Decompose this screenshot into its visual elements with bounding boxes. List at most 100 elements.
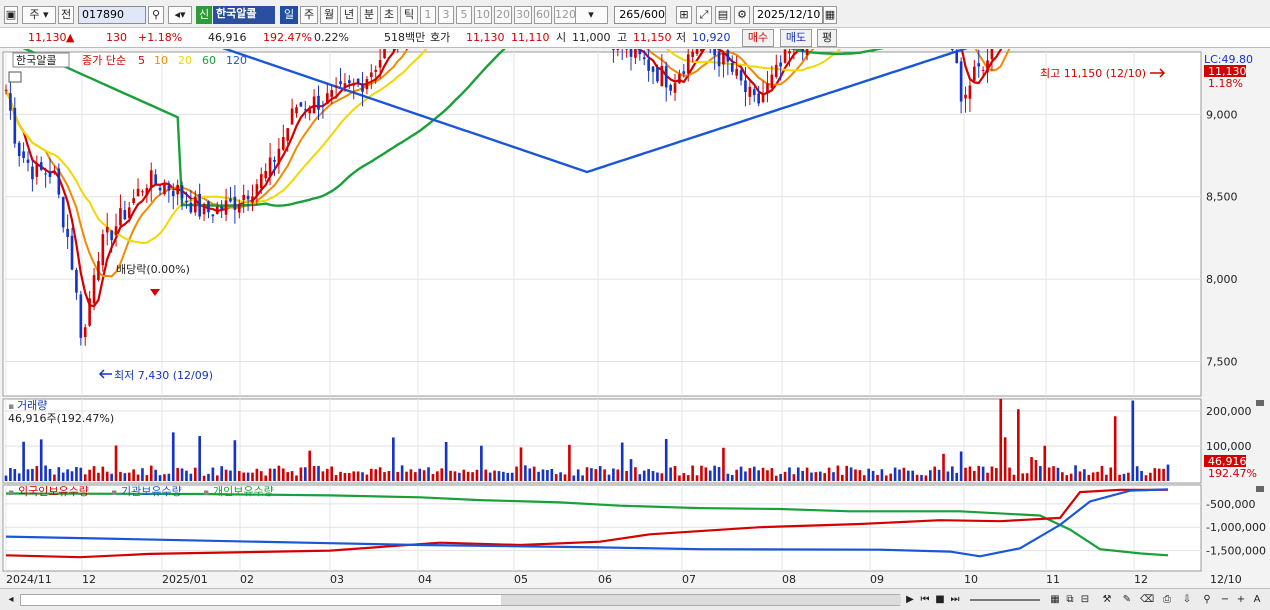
save-icon[interactable]: ▤ — [715, 6, 731, 24]
search-icon[interactable]: ⚲ — [148, 6, 164, 24]
candle-body — [986, 60, 989, 73]
interval-button-30[interactable]: 30 — [514, 6, 532, 24]
zoom-out-icon[interactable]: − — [1218, 592, 1232, 608]
pct-tag: 1.18% — [1208, 77, 1243, 90]
candle-body — [171, 191, 175, 197]
compare-icon[interactable]: ⊞ — [676, 6, 692, 24]
font-size-icon[interactable]: A — [1250, 592, 1264, 608]
volume-bar — [1034, 459, 1038, 481]
volume-bar — [946, 471, 950, 481]
candle-body — [691, 51, 694, 57]
period-button-5[interactable]: 초 — [380, 6, 398, 24]
scrollbar-thumb[interactable] — [501, 595, 901, 605]
y-tick-label: 8,500 — [1206, 191, 1238, 204]
buy-button[interactable]: 매수 — [742, 29, 774, 47]
period-button-0[interactable]: 일 — [280, 6, 298, 24]
volume-bar — [664, 439, 668, 481]
chart-svg[interactable]: 10,50010,0009,5009,0008,5008,0007,500202… — [0, 0, 1270, 587]
scrollbar-track[interactable] — [20, 594, 901, 606]
interval-button-1[interactable]: 1 — [420, 6, 436, 24]
volume-bar — [488, 472, 492, 481]
volume-bar — [933, 466, 937, 481]
period-button-2[interactable]: 월 — [320, 6, 338, 24]
eraser-icon[interactable]: ⌫ — [1140, 592, 1154, 608]
rewind-icon[interactable]: ⏮ — [918, 592, 932, 608]
count-field[interactable]: 265/600 — [614, 6, 666, 24]
gear-icon[interactable]: ⚙ — [734, 6, 750, 24]
speaker-icon[interactable]: ◂▾ — [168, 6, 192, 24]
date-input[interactable]: 2025/12/10 — [753, 6, 823, 24]
table-icon[interactable] — [8, 71, 22, 83]
avg-button[interactable]: 평 — [817, 29, 837, 47]
change-pct: +1.18% — [138, 31, 183, 44]
chart-area[interactable]: 10,50010,0009,5009,0008,5008,0007,500202… — [0, 0, 1270, 587]
x-tick-label: 07 — [682, 573, 696, 586]
type-select[interactable]: 주 ▾ — [22, 6, 56, 24]
calendar-icon[interactable]: ▦ — [823, 6, 837, 24]
volume-bar — [453, 471, 457, 481]
volume-bar — [669, 467, 672, 481]
chart-name-label: 한국알콜 — [16, 53, 56, 67]
brush-icon[interactable]: ✎ — [1120, 592, 1134, 608]
candle-body — [647, 59, 650, 71]
zoom-slider[interactable] — [970, 599, 1040, 601]
volume-bar — [924, 475, 928, 481]
candle-body — [105, 227, 109, 233]
volume-bar — [299, 467, 303, 481]
interval-button-60[interactable]: 60 — [534, 6, 552, 24]
volume-bar — [400, 465, 404, 481]
volume-bar — [79, 467, 83, 481]
volume-bar — [814, 472, 818, 481]
interval-select[interactable]: ▾ — [574, 6, 608, 24]
volume-bar — [766, 470, 769, 481]
scroll-left-icon[interactable]: ◂ — [4, 592, 18, 608]
interval-button-10[interactable]: 10 — [474, 6, 492, 24]
period-button-4[interactable]: 분 — [360, 6, 378, 24]
count-total: /600 — [640, 8, 665, 21]
export-icon[interactable]: ⇩ — [1180, 592, 1194, 608]
draw-icon[interactable]: ⤢ — [696, 6, 712, 24]
period-button-1[interactable]: 주 — [300, 6, 318, 24]
volume-bar — [422, 470, 426, 481]
candle-body — [700, 40, 703, 52]
tool-icon[interactable]: ⚒ — [1100, 592, 1114, 608]
volume-bar — [893, 467, 897, 481]
investor-pane-close-icon[interactable] — [1256, 486, 1264, 492]
interval-button-120[interactable]: 120 — [554, 6, 576, 24]
code-input[interactable]: 017890 — [78, 6, 146, 24]
candle-body — [625, 44, 628, 50]
period-button-6[interactable]: 틱 — [400, 6, 418, 24]
grid-icon[interactable]: ▦ — [1048, 592, 1062, 608]
interval-button-5[interactable]: 5 — [456, 6, 472, 24]
zoom-icon[interactable]: ⚲ — [1200, 592, 1214, 608]
sell-button[interactable]: 매도 — [780, 29, 812, 47]
interval-button-20[interactable]: 20 — [494, 6, 512, 24]
volume-bar — [845, 465, 849, 481]
volume-bar — [26, 469, 30, 481]
bid-label: 호가 — [430, 31, 451, 44]
interval-button-3[interactable]: 3 — [438, 6, 454, 24]
copy-icon[interactable]: ⧉ — [1063, 592, 1077, 608]
stop-icon[interactable]: ■ — [933, 592, 947, 608]
volume-bar — [770, 468, 774, 481]
volume-pane-close-icon[interactable] — [1256, 400, 1264, 406]
forward-icon[interactable]: ⏭ — [948, 592, 962, 608]
play-icon[interactable]: ▶ — [903, 592, 917, 608]
print-icon[interactable]: ⎙ — [1160, 592, 1174, 608]
volume-bar — [1105, 474, 1108, 481]
zoom-in-icon[interactable]: + — [1234, 592, 1248, 608]
prefix-button[interactable]: 전 — [58, 6, 74, 24]
volume-bar — [1017, 409, 1020, 481]
period-button-3[interactable]: 년 — [340, 6, 358, 24]
price-pane — [2, 51, 1202, 397]
volume-bar — [127, 472, 131, 481]
volume-bar — [374, 469, 378, 481]
overlay-icon[interactable]: ⊟ — [1078, 592, 1092, 608]
window-icon[interactable]: ▣ — [4, 6, 18, 24]
volume-bar — [317, 465, 320, 481]
ma-period-120: 120 — [226, 54, 247, 67]
candle-body — [268, 157, 272, 176]
volume-bar — [352, 471, 356, 481]
volume-bar — [708, 470, 712, 481]
volume-bar — [906, 470, 910, 481]
